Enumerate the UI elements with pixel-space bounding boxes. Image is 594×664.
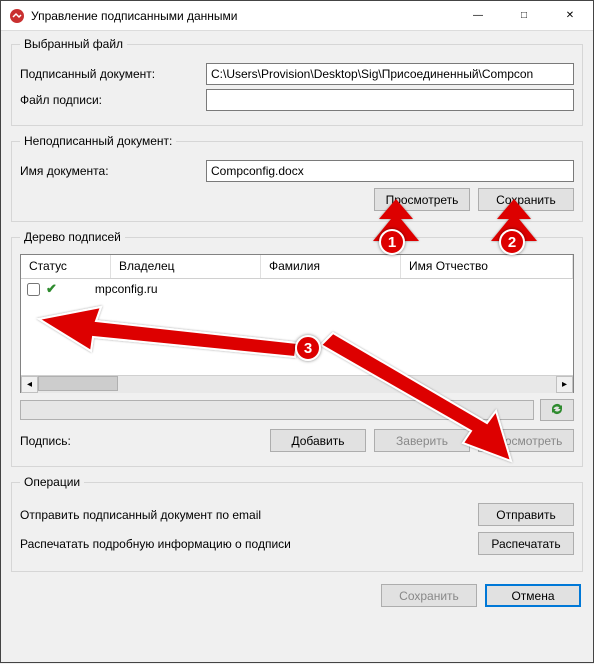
refresh-icon [549, 402, 565, 419]
tree-row-text: mpconfig.ru [95, 282, 158, 296]
window-title: Управление подписанными данными [31, 9, 455, 23]
send-email-button[interactable]: Отправить [478, 503, 574, 526]
signed-doc-input[interactable] [206, 63, 574, 85]
sig-file-label: Файл подписи: [20, 93, 198, 107]
signature-tree[interactable]: Статус Владелец Фамилия Имя Отчество ✔ m… [20, 254, 574, 393]
view-signature-button[interactable]: Просмотреть [478, 429, 574, 452]
save-doc-button[interactable]: Сохранить [478, 188, 574, 211]
col-given[interactable]: Имя Отчество [401, 255, 573, 278]
minimize-button[interactable]: — [455, 1, 501, 31]
col-status[interactable]: Статус [21, 255, 111, 278]
add-signature-button[interactable]: Добавить [270, 429, 366, 452]
group-unsigned-doc: Неподписанный документ: Имя документа: П… [11, 134, 583, 222]
tree-hscrollbar[interactable]: ◂ ▸ [21, 375, 573, 392]
app-icon [9, 8, 25, 24]
signed-doc-label: Подписанный документ: [20, 67, 198, 81]
titlebar: Управление подписанными данными — □ ✕ [1, 1, 593, 31]
progress-bar [20, 400, 534, 420]
group-signature-tree: Дерево подписей Статус Владелец Фамилия … [11, 230, 583, 467]
scroll-left-icon[interactable]: ◂ [21, 376, 38, 393]
signature-label: Подпись: [20, 434, 90, 448]
scroll-right-icon[interactable]: ▸ [556, 376, 573, 393]
maximize-button[interactable]: □ [501, 1, 547, 31]
scroll-track[interactable] [38, 376, 556, 393]
group-selected-file: Выбранный файл Подписанный документ: Фай… [11, 37, 583, 126]
tree-row[interactable]: ✔ mpconfig.ru [21, 279, 573, 299]
sig-file-input[interactable] [206, 89, 574, 111]
print-button[interactable]: Распечатать [478, 532, 574, 555]
group-operations: Операции Отправить подписанный документ … [11, 475, 583, 572]
bottom-cancel-button[interactable]: Отмена [485, 584, 581, 607]
group-operations-legend: Операции [20, 475, 84, 489]
group-signature-tree-legend: Дерево подписей [20, 230, 125, 244]
check-icon: ✔ [46, 281, 57, 297]
col-owner[interactable]: Владелец [111, 255, 261, 278]
dialog-buttons: Сохранить Отмена [11, 580, 583, 609]
scroll-thumb[interactable] [38, 376, 118, 391]
tree-body: ✔ mpconfig.ru [21, 279, 573, 375]
certify-button[interactable]: Заверить [374, 429, 470, 452]
doc-name-label: Имя документа: [20, 164, 198, 178]
tree-header: Статус Владелец Фамилия Имя Отчество [21, 255, 573, 279]
print-op-label: Распечатать подробную информацию о подпи… [20, 537, 478, 551]
refresh-button[interactable] [540, 399, 574, 421]
tree-row-checkbox[interactable] [27, 283, 40, 296]
view-doc-button[interactable]: Просмотреть [374, 188, 470, 211]
col-surname[interactable]: Фамилия [261, 255, 401, 278]
email-op-label: Отправить подписанный документ по email [20, 508, 478, 522]
doc-name-input[interactable] [206, 160, 574, 182]
group-selected-file-legend: Выбранный файл [20, 37, 127, 51]
group-unsigned-doc-legend: Неподписанный документ: [20, 134, 176, 148]
close-button[interactable]: ✕ [547, 1, 593, 31]
client-area: Выбранный файл Подписанный документ: Фай… [1, 31, 593, 619]
bottom-save-button[interactable]: Сохранить [381, 584, 477, 607]
